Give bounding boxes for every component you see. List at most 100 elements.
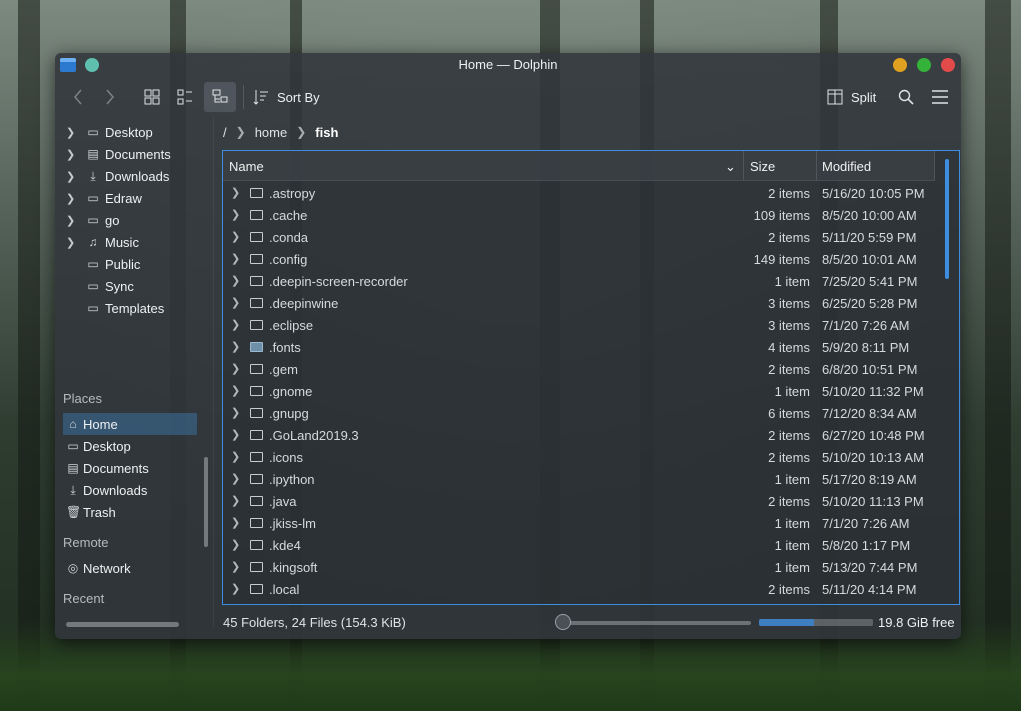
zoom-slider[interactable] [563,621,751,625]
chevron-right-icon[interactable]: ❯ [231,450,240,463]
table-row[interactable]: ❯ .gnome 1 item 5/10/20 11:32 PM [223,380,935,402]
breadcrumb-fish[interactable]: fish [315,125,338,140]
chevron-right-icon[interactable]: ❯ [231,494,240,507]
hamburger-menu-button[interactable] [927,82,953,112]
table-row[interactable]: ❯ .eclipse 3 items 7/1/20 7:26 AM [223,314,935,336]
file-name: .conda [269,230,309,245]
table-row[interactable]: ❯ .deepin-screen-recorder 1 item 7/25/20 5:… [223,270,935,292]
tree-item-music[interactable]: ❯ ♫ Music [55,231,213,253]
column-size-header[interactable]: Size [750,159,775,174]
chevron-right-icon[interactable]: ❯ [231,274,240,287]
chevron-right-icon[interactable]: ❯ [231,560,240,573]
chevron-right-icon[interactable]: ❯ [231,362,240,375]
close-button[interactable] [941,58,955,72]
breadcrumb-home[interactable]: home [255,125,288,140]
tree-item-public[interactable]: ▭ Public [55,253,213,275]
icons-view-button[interactable] [137,82,167,112]
zoom-slider-handle[interactable] [555,614,571,630]
file-size: 2 items [768,450,810,465]
chevron-right-icon[interactable]: ❯ [231,428,240,441]
chevron-right-icon[interactable]: ❯ [66,170,75,183]
place-documents[interactable]: ▤ Documents [63,457,197,479]
search-button[interactable] [893,82,919,112]
desktop-icon: ▭ [67,439,79,453]
table-row[interactable]: ❯ .gem 2 items 6/8/20 10:51 PM [223,358,935,380]
chevron-right-icon[interactable]: ❯ [231,230,240,243]
chevron-down-icon[interactable]: ⌄ [725,159,736,175]
minimize-button[interactable] [893,58,907,72]
chevron-right-icon[interactable]: ❯ [231,208,240,221]
chevron-right-icon[interactable]: ❯ [231,252,240,265]
chevron-right-icon[interactable]: ❯ [296,125,306,139]
place-downloads[interactable]: ⤓ Downloads [63,479,197,501]
title-bar[interactable]: Home — Dolphin [55,53,961,77]
table-row[interactable]: ❯ .conda 2 items 5/11/20 5:59 PM [223,226,935,248]
folder-icon [250,408,263,418]
table-row[interactable]: ❯ .gnupg 6 items 7/12/20 8:34 AM [223,402,935,424]
chevron-right-icon[interactable]: ❯ [66,214,75,227]
compact-view-button[interactable] [170,82,200,112]
table-row[interactable]: ❯ .cache 109 items 8/5/20 10:00 AM [223,204,935,226]
place-desktop[interactable]: ▭ Desktop [63,435,197,457]
tree-item-edraw[interactable]: ❯ ▭ Edraw [55,187,213,209]
table-row[interactable]: ❯ .kde4 1 item 5/8/20 1:17 PM [223,534,935,556]
table-row[interactable]: ❯ .ipython 1 item 5/17/20 8:19 AM [223,468,935,490]
column-modified-header[interactable]: Modified [822,159,871,174]
chevron-right-icon[interactable]: ❯ [231,318,240,331]
folder-icon: ▭ [87,279,99,293]
place-home[interactable]: ⌂ Home [63,413,197,435]
place-trash[interactable]: 🗑 Trash [63,501,197,523]
table-row[interactable]: ❯ .jkiss-lm 1 item 7/1/20 7:26 AM [223,512,935,534]
back-button[interactable] [65,82,91,112]
forward-button[interactable] [97,82,123,112]
chevron-right-icon[interactable]: ❯ [231,406,240,419]
tree-item-go[interactable]: ❯ ▭ go [55,209,213,231]
tree-item-desktop[interactable]: ❯ ▭ Desktop [55,121,213,143]
split-button[interactable]: Split [827,82,885,112]
chevron-right-icon[interactable]: ❯ [236,125,246,139]
column-separator[interactable] [743,151,744,180]
chevron-right-icon[interactable]: ❯ [66,126,75,139]
place-network[interactable]: ◎ Network [63,557,197,579]
table-row[interactable]: ❯ .astropy 2 items 5/16/20 10:05 PM [223,182,935,204]
table-row[interactable]: ❯ .config 149 items 8/5/20 10:01 AM [223,248,935,270]
sidebar-divider[interactable] [213,117,214,627]
place-label: Downloads [83,482,148,498]
breadcrumb-root[interactable]: / [223,125,227,140]
column-separator[interactable] [934,151,935,180]
column-separator[interactable] [816,151,817,180]
chevron-right-icon[interactable]: ❯ [66,192,75,205]
file-modified: 7/1/20 7:26 AM [822,516,910,531]
tree-item-sync[interactable]: ▭ Sync [55,275,213,297]
chevron-right-icon[interactable]: ❯ [66,236,75,249]
table-row[interactable]: ❯ .kingsoft 1 item 5/13/20 7:44 PM [223,556,935,578]
chevron-right-icon[interactable]: ❯ [231,516,240,529]
table-row[interactable]: ❯ .local 2 items 5/11/20 4:14 PM [223,578,935,600]
chevron-right-icon[interactable]: ❯ [231,472,240,485]
chevron-right-icon[interactable]: ❯ [231,384,240,397]
maximize-button[interactable] [917,58,931,72]
table-row[interactable]: ❯ .GoLand2019.3 2 items 6/27/20 10:48 PM [223,424,935,446]
chevron-right-icon[interactable]: ❯ [66,148,75,161]
tree-item-label: Music [105,234,139,250]
chevron-right-icon[interactable]: ❯ [231,340,240,353]
chevron-right-icon[interactable]: ❯ [231,186,240,199]
chevron-right-icon[interactable]: ❯ [231,538,240,551]
details-view-button[interactable] [204,82,236,112]
table-row[interactable]: ❯ .fonts 4 items 5/9/20 8:11 PM [223,336,935,358]
chevron-right-icon[interactable]: ❯ [231,582,240,595]
file-size: 2 items [768,428,810,443]
table-row[interactable]: ❯ .icons 2 items 5/10/20 10:13 AM [223,446,935,468]
file-view[interactable]: Name ⌄ Size Modified ❯ .astropy 2 items 5/1… [222,150,960,605]
table-row[interactable]: ❯ .deepinwine 3 items 6/25/20 5:28 PM [223,292,935,314]
file-view-scrollbar-thumb[interactable] [945,159,949,279]
folder-icon [250,232,263,242]
tree-item-documents[interactable]: ❯ ▤ Documents [55,143,213,165]
tree-item-downloads[interactable]: ❯ ⤓ Downloads [55,165,213,187]
sidebar-scrollbar[interactable] [204,457,208,547]
table-row[interactable]: ❯ .java 2 items 5/10/20 11:13 PM [223,490,935,512]
tree-item-templates[interactable]: ▭ Templates [55,297,213,319]
chevron-right-icon[interactable]: ❯ [231,296,240,309]
column-name-header[interactable]: Name [229,159,264,174]
sort-by-button[interactable]: Sort By [253,82,331,112]
